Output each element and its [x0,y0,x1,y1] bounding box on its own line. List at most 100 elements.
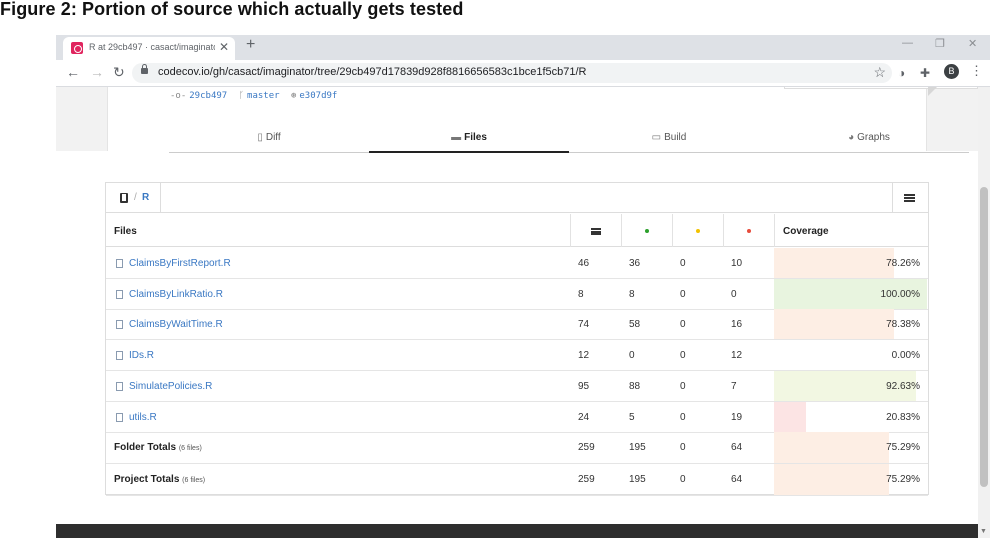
partials-count: 0 [680,288,686,300]
totals-label-text: Project Totals [114,474,180,486]
file-link[interactable]: ClaimsByLinkRatio.R [129,289,223,300]
file-link[interactable]: SimulatePolicies.R [129,381,212,392]
coverage-bar [774,248,894,278]
file-link[interactable]: ClaimsByFirstReport.R [129,258,231,269]
pie-chart-icon: ◕ [848,132,855,143]
lock-icon [141,64,148,74]
diff-icon: ▯ [257,132,263,143]
list-view-icon[interactable] [904,194,915,202]
coverage-percent: 78.26% [886,258,920,269]
branch-icon: ᚴ [238,91,245,101]
lines-count: 24 [578,411,590,423]
column-divider [774,214,775,247]
scrollbar[interactable]: ▼ [978,87,990,538]
commit-hash[interactable]: 29cb497 [189,91,227,101]
coverage-percent: 0.00% [891,350,920,362]
partials-count: 0 [680,380,686,392]
table-row[interactable]: ClaimsByLinkRatio.R 8 8 0 0 100.00% [106,278,928,310]
new-tab-button[interactable]: + [246,36,255,54]
table-header: Files Coverage [106,214,928,247]
table-row[interactable]: ClaimsByFirstReport.R 46 36 0 10 78.26% [106,248,928,279]
partials-count: 0 [680,442,686,454]
parent-commit-icon: ⊛ [290,91,297,101]
commit-info: -o- 29cb497 ᚴ master ⊛ e307d9f [170,91,337,101]
header-coverage[interactable]: Coverage [783,226,829,237]
file-link[interactable]: IDs.R [129,350,154,361]
file-link[interactable]: utils.R [129,412,157,423]
misses-count: 0 [731,288,737,300]
tab-diff[interactable]: ▯ Diff [169,129,369,153]
hits-dot-icon[interactable] [645,229,649,233]
scrollbar-thumb[interactable] [980,187,988,487]
page-viewport: -o- 29cb497 ᚴ master ⊛ e307d9f ▯ Diff ▬ Files… [56,87,978,538]
lines-icon[interactable] [591,228,601,235]
coverage-percent: 20.83% [886,411,920,423]
reload-button[interactable]: ↻ [113,64,125,81]
file-icon [116,259,123,268]
breadcrumb-divider [160,183,161,213]
restore-button[interactable]: ❐ [935,37,945,50]
misses-dot-icon[interactable] [747,229,751,233]
tab-graphs[interactable]: ◕ Graphs [769,129,969,153]
back-button[interactable]: ← [66,64,80,80]
tab-build-label: Build [664,132,687,143]
totals-label-text: Folder Totals [114,442,177,454]
minimize-button[interactable]: — [902,37,913,49]
misses-count: 64 [731,442,743,454]
misses-count: 7 [731,380,737,392]
header-files[interactable]: Files [114,226,137,237]
column-divider [621,214,622,247]
coverage-bar [774,464,890,496]
tab-diff-label: Diff [265,132,281,143]
lines-count: 12 [578,350,590,362]
table-row[interactable]: ClaimsByWaitTime.R 74 58 0 16 78.38% [106,309,928,341]
commit-card: -o- 29cb497 ᚴ master ⊛ e307d9f ▯ Diff ▬ Files… [107,87,978,153]
hits-count: 5 [629,411,635,423]
build-icon: ▭ [651,132,662,143]
folder-icon: ▬ [451,132,462,143]
bookmark-star-icon[interactable]: ☆ [873,64,886,81]
branch-name[interactable]: master [247,91,280,101]
tab-files-label: Files [464,132,487,143]
tab-strip: R at 29cb497 · casact/imaginato ✕ + — ❐ … [56,35,990,60]
profile-avatar[interactable]: B [944,64,959,79]
lines-count: 259 [578,442,595,454]
repo-book-icon[interactable] [120,193,128,203]
file-icon [116,381,123,391]
hits-count: 0 [629,350,635,362]
tab-title: R at 29cb497 · casact/imaginato [89,42,215,52]
hits-count: 36 [629,258,641,269]
forward-button[interactable]: → [90,64,104,80]
file-icon [116,412,123,422]
table-row[interactable]: IDs.R 12 0 0 12 0.00% [106,340,928,372]
address-bar[interactable]: codecov.io/gh/casact/imaginator/tree/29c… [132,63,892,83]
coverage-percent: 92.63% [886,380,920,392]
coverage-bar [774,432,890,464]
extension-circle-icon[interactable]: ◑ [898,66,905,80]
table-row[interactable]: SimulatePolicies.R 95 88 0 7 92.63% [106,370,928,402]
parent-commit-hash[interactable]: e307d9f [299,91,337,101]
partials-dot-icon[interactable] [696,229,700,233]
coverage-percent: 75.29% [886,474,920,486]
coverage-bar [774,401,806,432]
file-link[interactable]: ClaimsByWaitTime.R [129,319,223,330]
lines-count: 259 [578,474,595,486]
tab-close-icon[interactable]: ✕ [219,40,229,54]
breadcrumb-folder[interactable]: R [142,192,149,203]
search-box-edge [784,87,978,89]
tab-files[interactable]: ▬ Files [369,129,569,153]
partials-count: 0 [680,319,686,331]
browser-toolbar: ← → ↻ codecov.io/gh/casact/imaginator/tr… [56,60,990,87]
figure-title: Figure 2: Portion of source which actual… [0,0,464,19]
totals-file-count: (6 files) [178,445,202,453]
hits-count: 88 [629,380,641,392]
tab-build[interactable]: ▭ Build [569,129,769,153]
window-close-button[interactable]: ✕ [968,37,977,50]
extensions-puzzle-icon[interactable]: ✚ [920,66,930,80]
table-row[interactable]: utils.R 24 5 0 19 20.83% [106,401,928,433]
scroll-down-arrow-icon[interactable]: ▼ [980,528,987,535]
hits-count: 8 [629,288,635,300]
browser-tab[interactable]: R at 29cb497 · casact/imaginato ✕ [63,37,235,60]
browser-menu-icon[interactable]: ⋮ [970,63,983,79]
misses-count: 10 [731,258,743,269]
